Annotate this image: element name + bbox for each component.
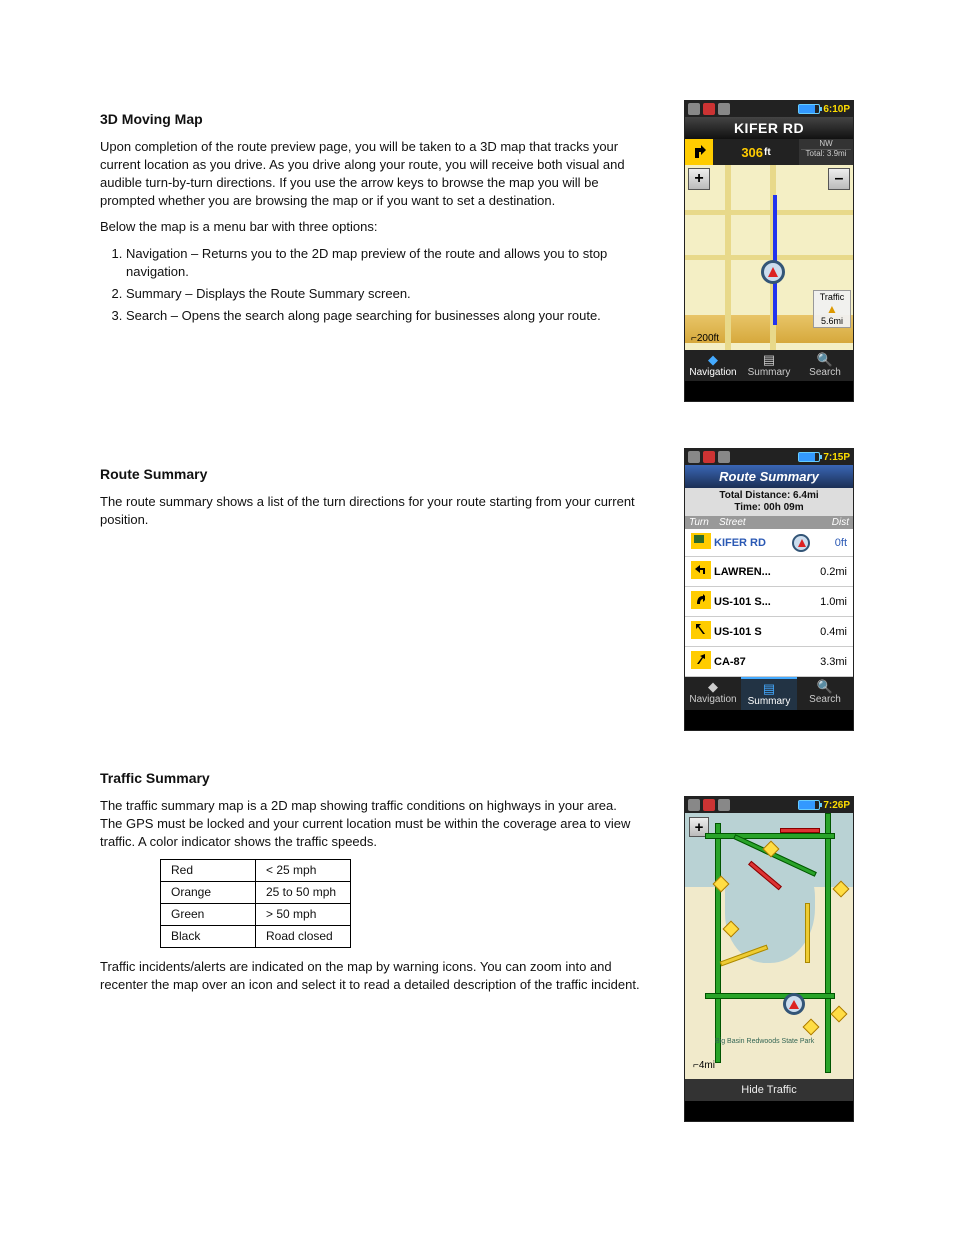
list-item[interactable]: LAWREN... 0.2mi [685,557,853,587]
search-icon: 🔍 [797,353,853,366]
curve-right-icon [691,591,711,609]
signal-icon [688,451,700,463]
tab-navigation[interactable]: ◆Navigation [685,677,741,710]
zoom-out-button[interactable]: – [828,168,850,190]
list-item[interactable]: KIFER RD 0ft [685,529,853,557]
status-icon [718,451,730,463]
tab-summary[interactable]: ▤Summary [741,350,797,381]
map-scale: ⌐4mi [693,1060,715,1071]
search-icon: 🔍 [797,680,853,693]
turn-left-icon [691,561,711,579]
status-bar: 7:26P [685,797,853,813]
table-row: Black Road closed [161,925,351,947]
status-icon [718,103,730,115]
screenshot-route-summary: 7:15P Route Summary Total Distance: 6.4m… [684,448,854,731]
traffic-summary-p1: The traffic summary map is a 2D map show… [100,797,640,852]
current-location-icon [792,534,810,552]
nav-icon: ◆ [685,680,741,693]
direction-info: NW Total: 3.9mi [799,139,853,165]
section-heading-route-summary: Route Summary [100,465,640,485]
warning-icon: ▲ [814,302,850,316]
moving-map-menu-2: Summary – Displays the Route Summary scr… [126,285,640,303]
signal-icon [688,799,700,811]
screenshot-moving-map: 6:10P KIFER RD 306ft NW Total: 3.9mi + – [684,100,854,402]
speed-color: Red [161,860,256,882]
status-icon [703,103,715,115]
moving-map-p1: Upon completion of the route preview pag… [100,138,640,211]
tab-summary[interactable]: ▤Summary [741,677,797,710]
status-icon [703,799,715,811]
table-row: Green > 50 mph [161,904,351,926]
section-heading-moving-map: 3D Moving Map [100,110,640,130]
exit-right-icon [691,651,711,669]
table-row: Orange 25 to 50 mph [161,882,351,904]
list-icon: ▤ [741,353,797,366]
turn-right-icon [685,139,713,165]
signal-icon [688,103,700,115]
speed-color: Orange [161,882,256,904]
tab-search[interactable]: 🔍Search [797,350,853,381]
status-time: 6:10P [823,104,850,115]
speed-value: Road closed [256,925,351,947]
battery-icon [798,452,820,462]
speed-color: Green [161,904,256,926]
tab-bar: ◆Navigation ▤Summary 🔍Search [685,677,853,710]
list-icon: ▤ [741,682,797,695]
screenshot-traffic-map: 7:26P + Big Basin Redwoods State Park [684,796,854,1122]
speed-color: Black [161,925,256,947]
traffic-summary-p2: Traffic incidents/alerts are indicated o… [100,958,640,994]
hide-traffic-button[interactable]: Hide Traffic [685,1079,853,1101]
nav-icon: ◆ [685,353,741,366]
status-bar: 6:10P [685,101,853,117]
status-time: 7:15P [823,452,850,463]
section-heading-traffic-summary: Traffic Summary [100,769,640,789]
tab-bar: ◆Navigation ▤Summary 🔍Search [685,350,853,381]
battery-icon [798,800,820,810]
speed-value: 25 to 50 mph [256,882,351,904]
list-item[interactable]: US-101 S 0.4mi [685,617,853,647]
current-location-icon [783,993,805,1015]
battery-icon [798,104,820,114]
status-icon [703,451,715,463]
map-scale: ⌐200ft [691,333,719,344]
traffic-badge[interactable]: Traffic ▲ 5.6mi [813,290,851,328]
route-summary-title: Route Summary [685,465,853,488]
map-title: KIFER RD [685,117,853,139]
current-location-icon [761,260,785,284]
status-icon [718,799,730,811]
status-bar: 7:15P [685,449,853,465]
tab-search[interactable]: 🔍Search [797,677,853,710]
status-time: 7:26P [823,800,850,811]
merge-left-icon [691,621,711,639]
list-item[interactable]: CA-87 3.3mi [685,647,853,677]
park-label: Big Basin Redwoods State Park [715,1038,814,1045]
route-summary-header: Total Distance: 6.4mi Time: 00h 09m [685,488,853,516]
moving-map-menu-3: Search – Opens the search along page sea… [126,307,640,325]
column-headers: Turn Street Dist [685,516,853,529]
map-view[interactable]: + – Traffic ▲ 5.6mi ⌐200ft [685,165,853,350]
route-summary-p: The route summary shows a list of the tu… [100,493,640,529]
traffic-speed-table: Red < 25 mph Orange 25 to 50 mph Green >… [160,859,351,947]
table-row: Red < 25 mph [161,860,351,882]
next-turn-distance: 306ft [713,139,799,165]
speed-value: > 50 mph [256,904,351,926]
list-item[interactable]: US-101 S... 1.0mi [685,587,853,617]
flag-icon [691,533,711,549]
moving-map-menu-1: Navigation – Returns you to the 2D map p… [126,245,640,281]
traffic-map-view[interactable]: + Big Basin Redwoods State Park ⌐4mi [685,813,853,1079]
zoom-in-button[interactable]: + [688,168,710,190]
speed-value: < 25 mph [256,860,351,882]
moving-map-menu-intro: Below the map is a menu bar with three o… [100,218,640,236]
tab-navigation[interactable]: ◆Navigation [685,350,741,381]
